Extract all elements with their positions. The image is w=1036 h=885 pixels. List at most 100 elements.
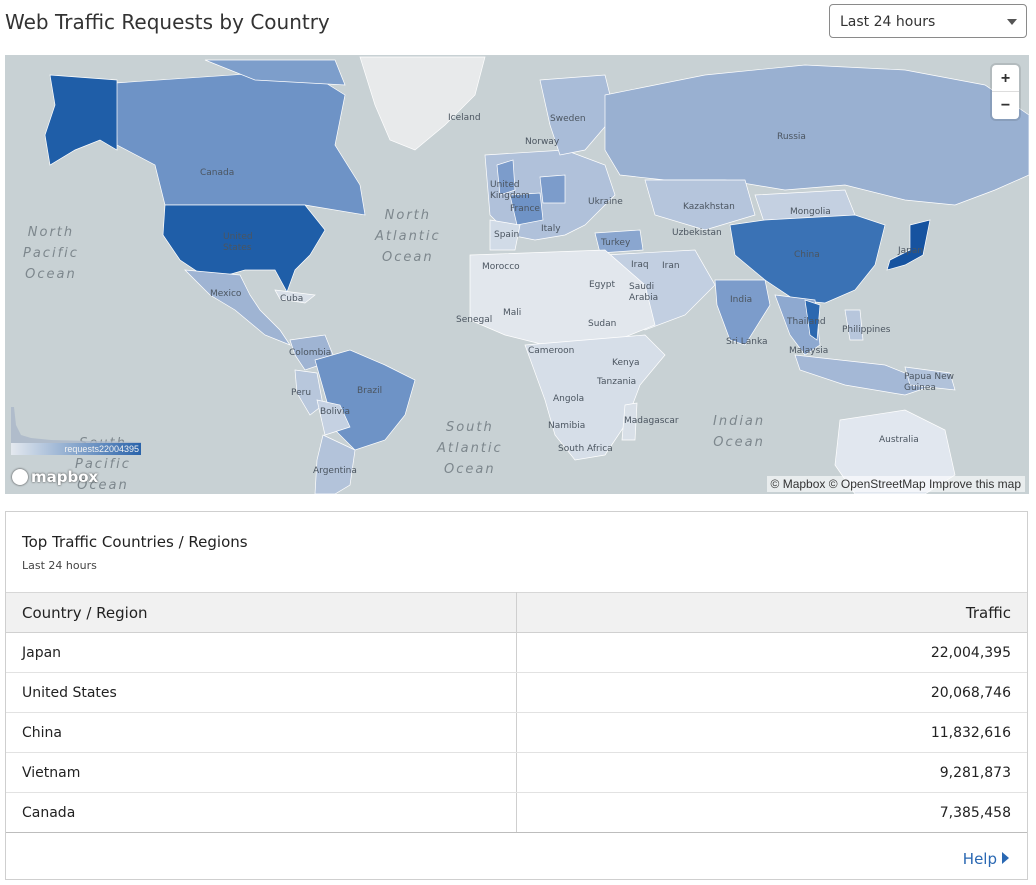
country-label: Canada [200,168,235,178]
land-japan [886,219,931,271]
land-india [714,279,771,346]
country-label: Bolivia [320,407,351,417]
country-label: Japan [898,246,924,256]
land-greenland [359,56,486,151]
country-label: Iran [662,261,680,271]
top-traffic-panel: Top Traffic Countries / Regions Last 24 … [5,511,1028,880]
country-label: South Africa [558,444,613,454]
cell-country: Vietnam [6,752,517,793]
legend-range-text: requests22004395 [64,443,139,455]
country-label: Iceland [448,113,481,123]
cell-traffic: 20,068,746 [516,672,1027,713]
cell-country: Japan [6,632,517,673]
country-label: Kenya [612,358,640,368]
chevron-down-icon [1007,19,1017,25]
cell-country: China [6,712,517,753]
mapbox-icon [12,469,28,485]
country-label: Uzbekistan [672,228,722,238]
country-label: Argentina [313,466,357,476]
ocean-label-indian: Indian Ocean [713,414,766,450]
map-attribution[interactable]: © Mapbox © OpenStreetMap Improve this ma… [766,476,1025,492]
cell-traffic: 11,832,616 [516,712,1027,753]
page-title: Web Traffic Requests by Country [5,10,330,34]
help-link[interactable]: Help [963,850,1009,868]
country-label: Kazakhstan [683,202,735,212]
country-label: India [730,295,753,305]
country-label: Morocco [482,262,520,272]
map-canvas [44,56,1029,494]
map-legend: requests22004395 [11,405,141,463]
country-label: Sri Lanka [726,337,768,347]
table-row: Japan 22,004,395 [6,632,1027,673]
zoom-out-button[interactable]: − [992,92,1019,119]
cell-traffic: 9,281,873 [516,752,1027,793]
zoom-control: + − [992,65,1019,119]
ocean-label-north-atlantic: North Atlantic Ocean [375,208,441,265]
table-row: China 11,832,616 [6,712,1027,753]
time-range-select[interactable]: Last 24 hours [829,4,1027,38]
country-label: Italy [541,224,561,234]
country-label: Cameroon [528,346,575,356]
panel-subtitle: Last 24 hours [22,559,97,572]
ocean-label-south-atlantic: South Atlantic Ocean [437,420,503,477]
table-row: Vietnam 9,281,873 [6,752,1027,793]
panel-title: Top Traffic Countries / Regions [22,533,248,551]
country-label: Iraq [631,260,649,270]
traffic-table: Country / Region Traffic Japan 22,004,39… [6,592,1027,833]
country-label: Colombia [289,348,332,358]
country-label: Mongolia [790,207,831,217]
country-label: Peru [291,388,312,398]
cell-traffic: 22,004,395 [516,632,1027,673]
land-canada [114,69,366,216]
country-label: Ukraine [588,197,623,207]
column-header-traffic[interactable]: Traffic [516,592,1027,633]
country-label: Madagascar [624,416,679,426]
land-mexico [184,269,291,346]
land-brazil [314,349,416,451]
country-label: Turkey [601,238,631,248]
ocean-label-north-pacific: North Pacific Ocean [23,225,79,282]
country-label: Spain [494,230,520,240]
country-label: Norway [525,137,560,147]
country-label: United States [223,232,253,253]
country-label: Thailand [787,317,826,327]
country-label: China [794,250,820,260]
land-alaska [44,74,118,166]
legend-label: requests [64,444,99,454]
table-header-row: Country / Region Traffic [6,592,1027,633]
country-label: Philippines [842,325,891,335]
table-row: Canada 7,385,458 [6,792,1027,833]
country-label: Brazil [357,386,383,396]
cell-country: United States [6,672,517,713]
legend-histogram [11,407,141,443]
cell-traffic: 7,385,458 [516,792,1027,833]
country-label: Malaysia [789,346,829,356]
zoom-in-button[interactable]: + [992,65,1019,92]
legend-max-value: 22004395 [98,444,139,454]
country-label: Tanzania [597,377,637,387]
caret-right-icon [1002,852,1009,864]
country-label: Sudan [588,319,617,329]
country-label: Russia [777,132,806,142]
table-row: United States 20,068,746 [6,672,1027,713]
country-label: Cuba [280,294,304,304]
country-label: Saudi Arabia [629,282,659,303]
country-label: Angola [553,394,585,404]
time-range-value: Last 24 hours [840,14,936,30]
help-label: Help [962,850,997,868]
country-label: United Kingdom [490,180,530,201]
column-header-country[interactable]: Country / Region [6,592,517,633]
mapbox-logo[interactable]: mapbox [12,468,98,486]
country-label: Australia [879,435,919,445]
land-germany [539,174,566,204]
country-label: Mexico [210,289,242,299]
cell-country: Canada [6,792,517,833]
country-label: Egypt [589,280,615,290]
country-label: France [510,204,540,214]
country-label: Senegal [456,315,493,325]
country-label: Namibia [548,421,586,431]
country-label: Sweden [550,114,586,124]
country-label: Papua New Guinea [904,372,954,393]
mapbox-logo-text: mapbox [31,468,99,486]
traffic-map[interactable]: North Pacific Ocean North Atlantic Ocean… [5,55,1029,494]
